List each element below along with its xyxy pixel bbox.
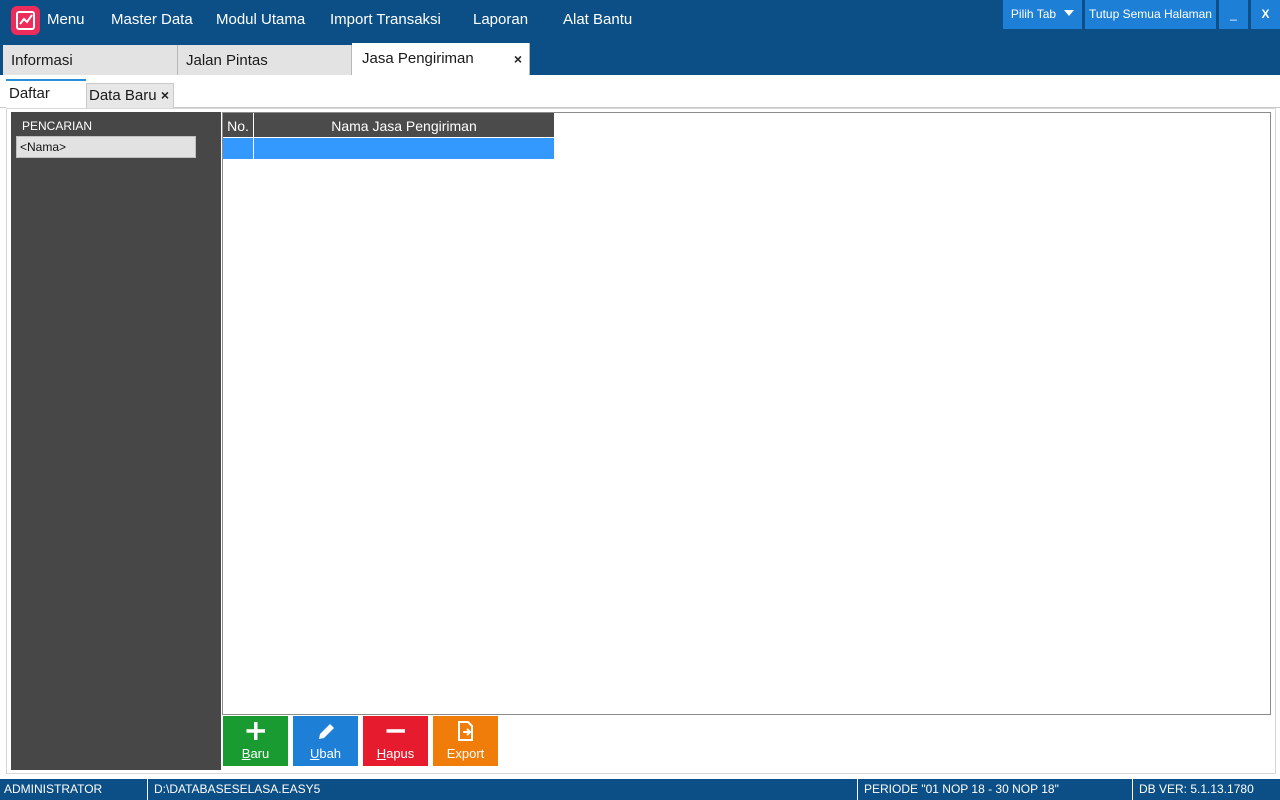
menu-item-laporan[interactable]: Laporan bbox=[473, 11, 528, 28]
chevron-down-icon bbox=[1064, 10, 1075, 16]
status-user: ADMINISTRATOR bbox=[4, 782, 103, 796]
menu-item-import-transaksi[interactable]: Import Transaksi bbox=[330, 11, 441, 28]
menu-item-master-data[interactable]: Master Data bbox=[111, 11, 193, 28]
tab-label: Informasi bbox=[11, 52, 73, 69]
close-icon[interactable]: × bbox=[161, 87, 169, 103]
tab-label: Daftar bbox=[9, 85, 50, 102]
pick-tab-label: Pilih Tab bbox=[1010, 7, 1057, 21]
baru-button-label: Baru bbox=[241, 746, 270, 761]
cell-nama bbox=[254, 138, 554, 159]
status-db-version: DB VER: 5.1.13.1780 bbox=[1139, 782, 1254, 796]
menu-item-modul-utama[interactable]: Modul Utama bbox=[216, 11, 305, 28]
cell-no bbox=[223, 138, 253, 159]
search-name-input[interactable] bbox=[16, 136, 196, 158]
column-header-nama-jasa-pengiriman[interactable]: Nama Jasa Pengiriman bbox=[254, 113, 554, 137]
status-database-path: D:\DATABASESELASA.EASY5 bbox=[154, 782, 321, 796]
tab-informasi[interactable]: Informasi bbox=[3, 45, 178, 75]
tab-jalan-pintas[interactable]: Jalan Pintas bbox=[178, 45, 352, 75]
tab-jasa-pengiriman[interactable]: Jasa Pengiriman × bbox=[352, 43, 530, 75]
column-header-no[interactable]: No. bbox=[223, 113, 253, 137]
search-panel-title: PENCARIAN bbox=[22, 119, 93, 133]
baru-button[interactable]: Baru bbox=[223, 716, 288, 766]
close-all-pages-button[interactable]: Tutup Semua Halaman bbox=[1085, 0, 1216, 29]
export-icon bbox=[458, 721, 473, 741]
status-divider bbox=[1132, 779, 1133, 800]
menu-item-menu[interactable]: Menu bbox=[47, 11, 85, 28]
hapus-button[interactable]: Hapus bbox=[363, 716, 428, 766]
data-grid[interactable]: No. Nama Jasa Pengiriman bbox=[222, 112, 1271, 715]
close-icon[interactable]: × bbox=[514, 43, 522, 75]
status-periode: PERIODE "01 NOP 18 - 30 NOP 18" bbox=[864, 782, 1059, 796]
top-menu-bar: Menu Master Data Modul Utama Import Tran… bbox=[0, 0, 1280, 75]
close-window-button[interactable]: X bbox=[1251, 0, 1280, 29]
ubah-button-label: Ubah bbox=[309, 746, 342, 761]
table-row[interactable] bbox=[223, 138, 554, 159]
search-panel: PENCARIAN bbox=[11, 112, 221, 770]
tab-label: Data Baru bbox=[89, 87, 157, 104]
tab-label: Jasa Pengiriman bbox=[362, 50, 474, 67]
tab-daftar[interactable]: Daftar bbox=[6, 79, 86, 108]
export-button[interactable]: Export bbox=[433, 716, 498, 766]
hapus-button-label: Hapus bbox=[376, 746, 415, 761]
export-button-label: Export bbox=[446, 746, 485, 761]
app-logo-icon[interactable] bbox=[11, 6, 40, 35]
plus-icon bbox=[246, 722, 265, 740]
tab-label: Jalan Pintas bbox=[186, 52, 268, 69]
minimize-button[interactable]: _ bbox=[1219, 0, 1248, 29]
status-divider bbox=[857, 779, 858, 800]
tab-data-baru[interactable]: Data Baru × bbox=[86, 83, 174, 108]
pick-tab-dropdown[interactable]: Pilih Tab bbox=[1003, 0, 1082, 29]
pencil-icon bbox=[319, 724, 334, 739]
status-divider bbox=[147, 779, 148, 800]
menu-item-alat-bantu[interactable]: Alat Bantu bbox=[563, 11, 632, 28]
minus-icon bbox=[386, 729, 405, 733]
ubah-button[interactable]: Ubah bbox=[293, 716, 358, 766]
sub-tab-bar: Daftar Data Baru × bbox=[0, 75, 1280, 108]
status-bar: ADMINISTRATOR D:\DATABASESELASA.EASY5 PE… bbox=[0, 779, 1280, 800]
